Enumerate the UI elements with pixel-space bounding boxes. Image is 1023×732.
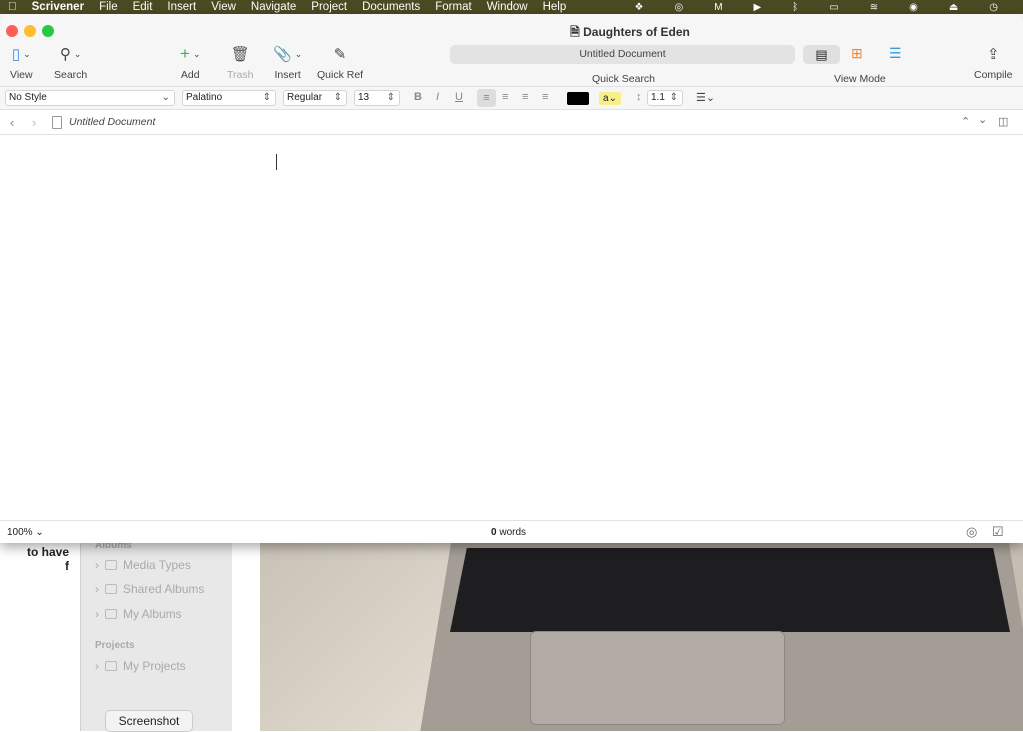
menu-app[interactable]: Scrivener	[32, 1, 84, 13]
wifi-icon[interactable]: ≋	[870, 2, 878, 13]
sidebar-item-shared-albums[interactable]: › Shared Albums	[95, 582, 204, 596]
menu-file[interactable]: File	[99, 1, 118, 13]
style-select[interactable]: No Style ⌄	[5, 90, 175, 106]
align-center-button[interactable]: ≡	[502, 91, 508, 103]
eject-icon[interactable]: ⏏	[949, 2, 958, 13]
weight-select[interactable]: Regular ⇕	[283, 90, 347, 106]
creative-cloud-icon[interactable]: ◎	[674, 2, 683, 13]
menu-help[interactable]: Help	[543, 1, 567, 13]
line-spacing-select[interactable]: 1.1 ⇕	[647, 90, 683, 106]
quick-ref-button[interactable]: ✎ Quick Ref	[317, 43, 363, 81]
underline-button[interactable]: U	[455, 91, 463, 103]
battery-icon[interactable]: ▭	[829, 2, 838, 13]
insert-button[interactable]: 📎 ⌄ Insert	[273, 43, 302, 81]
partial-text: to have	[26, 545, 69, 559]
search-button[interactable]: ⚲ ⌄ Search	[54, 43, 87, 81]
outline-mode-icon[interactable]: ☰	[889, 45, 902, 62]
menu-documents[interactable]: Documents	[362, 1, 420, 13]
sidebar-item-my-albums[interactable]: › My Albums	[95, 607, 182, 621]
previous-document-icon[interactable]: ⌃	[961, 115, 970, 128]
italic-button[interactable]: I	[436, 91, 439, 103]
share-icon: ⇪	[986, 46, 1000, 63]
scrivener-window: 🗎 Daughters of Eden ▯ ⌄ View ⚲ ⌄ Search + ⌄ Ad…	[0, 14, 1023, 543]
partial-text: f	[65, 559, 69, 573]
shared-folder-icon	[105, 584, 117, 594]
bold-button[interactable]: B	[414, 91, 422, 103]
compile-button[interactable]: ⇪ Compile	[974, 43, 1013, 81]
trackpad	[530, 631, 785, 725]
divider	[232, 543, 260, 731]
add-button[interactable]: + ⌄ Add	[180, 43, 200, 81]
paperclip-icon: 📎	[273, 46, 292, 63]
user-icon[interactable]: ◉	[909, 2, 918, 13]
background-window-text: to have f	[0, 543, 75, 731]
editor-footer: 100% ⌄ 0 words ◎ ☑	[0, 520, 1023, 543]
folder-icon	[105, 661, 117, 671]
plus-icon: +	[180, 44, 190, 63]
highlight-button[interactable]: a⌄	[599, 92, 621, 105]
editor-header: ‹ › Untitled Document ⌃ ⌄ ◫	[0, 110, 1023, 135]
bluetooth-icon[interactable]: ᛒ	[792, 2, 798, 13]
menu-navigate[interactable]: Navigate	[251, 1, 296, 13]
quick-search-input[interactable]: Untitled Document	[450, 45, 795, 64]
align-left-button[interactable]: ≡	[477, 89, 496, 107]
back-arrow-icon[interactable]: ‹	[10, 115, 14, 130]
window-title: 🗎 Daughters of Eden	[570, 25, 690, 39]
menu-project[interactable]: Project	[311, 1, 347, 13]
forward-arrow-icon[interactable]: ›	[32, 115, 36, 130]
sidebar-item-media-types[interactable]: › Media Types	[95, 558, 191, 572]
screenshot-button[interactable]: Screenshot	[105, 710, 193, 732]
document-title: Untitled Document	[69, 116, 156, 128]
toolbar: 🗎 Daughters of Eden ▯ ⌄ View ⚲ ⌄ Search + ⌄ Ad…	[0, 14, 1023, 110]
notes-icon[interactable]: ☑	[992, 524, 1004, 540]
view-mode-label: View Mode	[834, 73, 886, 85]
folder-icon	[105, 560, 117, 570]
zoom-select[interactable]: 100% ⌄	[7, 527, 44, 538]
menu-view[interactable]: View	[211, 1, 236, 13]
font-select[interactable]: Palatino ⇕	[182, 90, 276, 106]
apple-icon[interactable]: 	[8, 1, 17, 13]
play-icon[interactable]: ▶	[754, 2, 762, 13]
dropbox-icon[interactable]: ❖	[634, 2, 643, 13]
word-count: 0 words	[491, 527, 527, 538]
search-icon: ⚲	[59, 46, 71, 63]
line-spacing-icon: ↕	[636, 91, 642, 103]
text-color-button[interactable]	[567, 92, 589, 105]
menu-edit[interactable]: Edit	[133, 1, 153, 13]
justify-button[interactable]: ≡	[542, 91, 548, 103]
size-select[interactable]: 13 ⇕	[354, 90, 400, 106]
edit-icon: ✎	[333, 46, 347, 63]
time-machine-icon[interactable]: ◷	[989, 2, 998, 13]
menu-format[interactable]: Format	[435, 1, 471, 13]
align-right-button[interactable]: ≡	[522, 91, 528, 103]
view-button[interactable]: ▯ ⌄ View	[10, 43, 33, 81]
next-document-icon[interactable]: ⌄	[978, 113, 987, 126]
document-icon	[52, 116, 62, 129]
text-cursor	[276, 154, 277, 170]
trash-button[interactable]: 🗑 Trash	[227, 43, 253, 81]
list-button[interactable]: ☰⌄	[696, 91, 715, 104]
target-icon[interactable]: ◎	[966, 524, 977, 540]
text-editor[interactable]	[0, 135, 1023, 520]
trash-icon: 🗑	[230, 46, 250, 63]
malwarebytes-icon[interactable]: M	[714, 2, 722, 13]
laptop-photo	[260, 543, 1023, 731]
quick-search-label: Quick Search	[592, 73, 656, 85]
photos-sidebar: Albums › Media Types › Shared Albums › My A…	[80, 540, 232, 732]
menu-insert[interactable]: Insert	[167, 1, 196, 13]
sidebar-icon: ▯	[11, 46, 21, 63]
scrivenings-mode-icon[interactable]: ▤	[803, 45, 840, 64]
folder-icon	[105, 609, 117, 619]
sidebar-item-my-projects[interactable]: › My Projects	[95, 659, 186, 673]
keyboard	[450, 548, 1010, 632]
projects-header: Projects	[95, 640, 135, 651]
status-tray: ❖ ◎ M ▶ ᛒ ▭ ≋ ◉ ⏏ ◷	[634, 0, 1013, 14]
corkboard-mode-icon[interactable]: ⊞	[851, 45, 863, 62]
format-bar: No Style ⌄ Palatino ⇕ Regular ⇕ 13 ⇕ B I U ≡…	[0, 86, 1023, 110]
split-editor-icon[interactable]: ◫	[998, 115, 1008, 128]
menu-window[interactable]: Window	[487, 1, 528, 13]
document-icon: 🗎	[570, 25, 584, 39]
menu-bar:  Scrivener File Edit Insert View Naviga…	[0, 0, 1023, 14]
